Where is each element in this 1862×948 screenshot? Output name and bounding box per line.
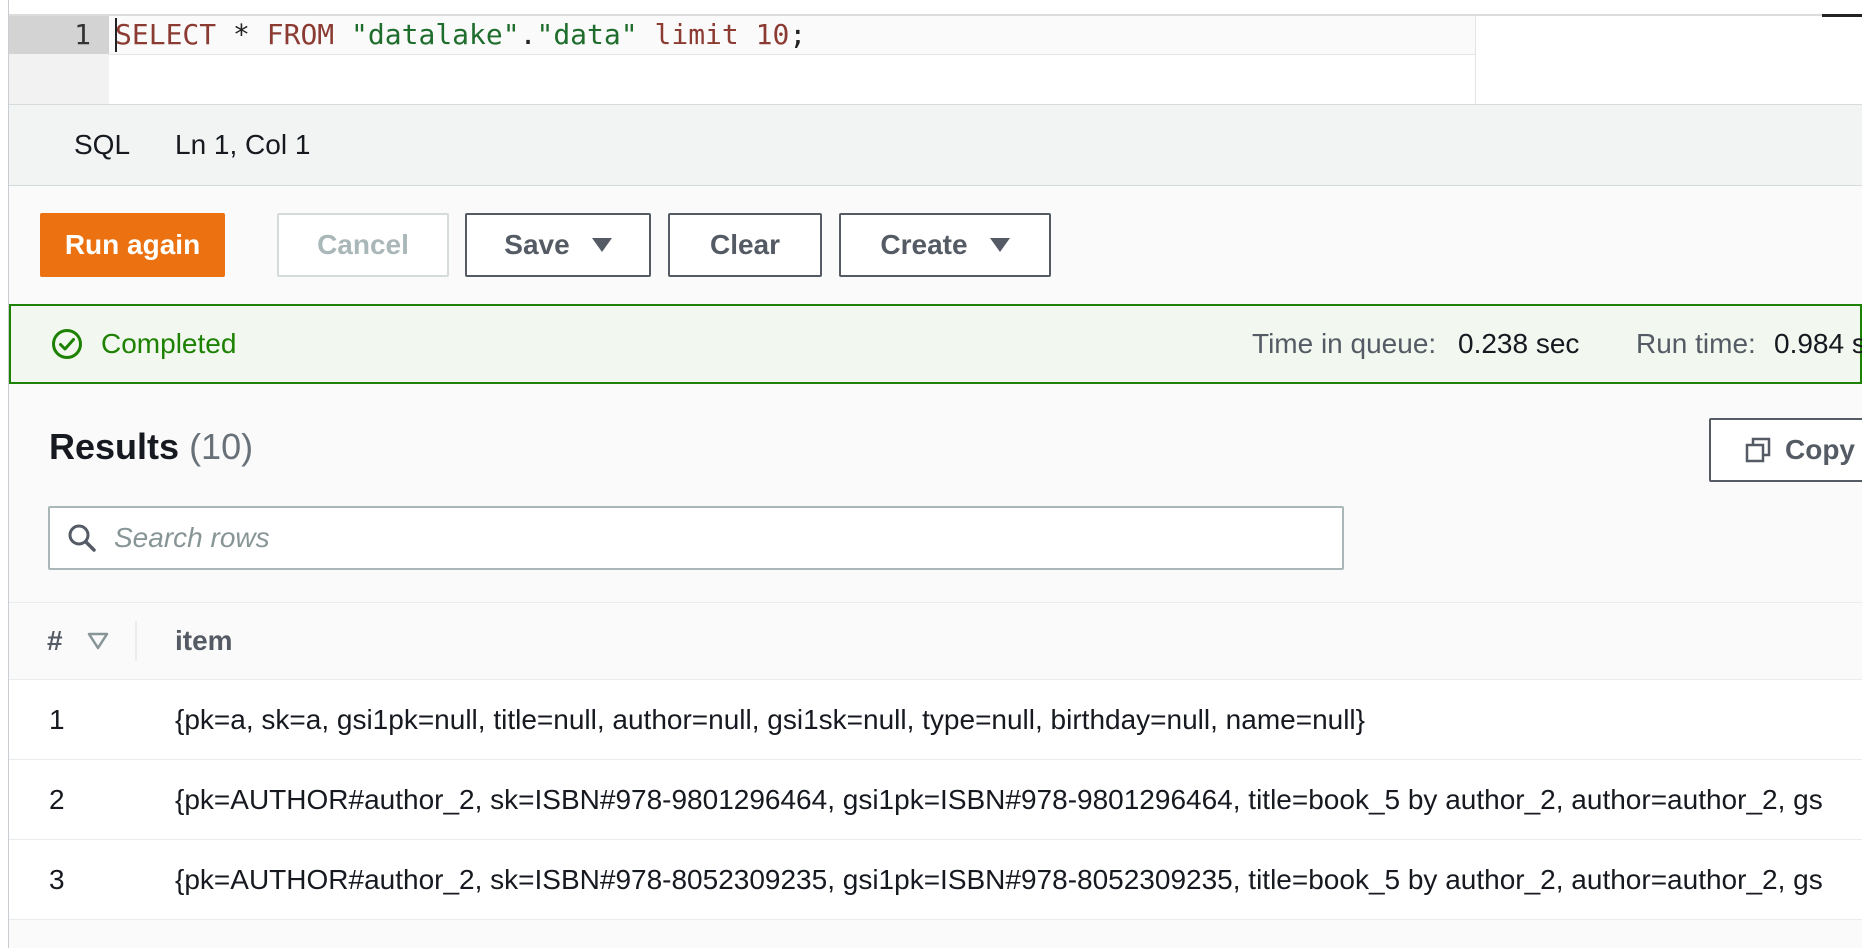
results-count: (10) [189, 426, 254, 467]
editor-status-bar: SQL Ln 1, Col 1 [9, 104, 1862, 186]
search-icon [68, 524, 96, 552]
column-header-item[interactable]: item [175, 603, 233, 679]
cancel-button[interactable]: Cancel [277, 213, 449, 277]
create-button[interactable]: Create [839, 213, 1051, 277]
run-again-button[interactable]: Run again [40, 213, 225, 277]
table-header: # item [9, 602, 1862, 680]
keyword-limit: limit [654, 18, 739, 51]
token-database: "datalake" [351, 18, 520, 51]
run-time-value: 0.984 s [1774, 328, 1862, 359]
left-border [0, 0, 9, 948]
keyword-from: FROM [266, 18, 335, 51]
time-in-queue-value: 0.238 sec [1458, 328, 1580, 359]
row-number: 2 [49, 784, 65, 815]
column-divider[interactable] [135, 621, 137, 661]
sql-editor[interactable]: 1 SELECT * FROM "datalake"."data" limit … [9, 14, 1862, 104]
table-row[interactable]: 1 {pk=a, sk=a, gsi1pk=null, title=null, … [9, 680, 1862, 760]
table-row[interactable]: 3 {pk=AUTHOR#author_2, sk=ISBN#978-80523… [9, 840, 1862, 920]
status-text: Completed [101, 328, 237, 359]
line-number: 1 [74, 18, 91, 51]
cancel-label: Cancel [317, 229, 409, 260]
sort-down-icon[interactable] [87, 631, 109, 651]
results-panel: Results (10) Copy # item 1 {pk=a, sk=a, … [9, 384, 1862, 948]
row-number: 1 [49, 704, 65, 735]
copy-label: Copy [1785, 434, 1855, 465]
caret-down-icon [989, 238, 1010, 252]
row-item-value: {pk=AUTHOR#author_2, sk=ISBN#978-8052309… [175, 864, 1823, 895]
save-button[interactable]: Save [465, 213, 651, 277]
time-in-queue-label: Time in queue: [1252, 328, 1437, 359]
results-title: Results [49, 426, 180, 467]
check-circle-icon [52, 329, 82, 359]
results-table: # item 1 {pk=a, sk=a, gsi1pk=null, title… [9, 602, 1862, 920]
cursor-position: Ln 1, Col 1 [175, 129, 311, 160]
caret-down-icon [591, 238, 612, 252]
token-table: "data" [536, 18, 638, 51]
copy-button[interactable]: Copy [1709, 418, 1862, 482]
token-number: 10 [755, 18, 790, 51]
editor-language: SQL [74, 129, 131, 160]
keyword-select: SELECT [115, 18, 217, 51]
column-header-number[interactable]: # [47, 603, 63, 679]
text-cursor [115, 18, 117, 52]
print-margin [1475, 16, 1476, 104]
editor-edge-mark [1822, 14, 1862, 17]
clear-button[interactable]: Clear [668, 213, 822, 277]
create-label: Create [880, 229, 968, 260]
copy-icon [1745, 437, 1771, 463]
table-row[interactable]: 2 {pk=AUTHOR#author_2, sk=ISBN#978-98012… [9, 760, 1862, 840]
token-star: * [216, 18, 267, 51]
token-dot: . [519, 18, 537, 51]
save-label: Save [504, 229, 570, 260]
row-number: 3 [49, 864, 65, 895]
code-line[interactable]: SELECT * FROM "datalake"."data" limit 10… [115, 16, 1475, 54]
results-heading: Results (10) [49, 426, 253, 468]
row-item-value: {pk=AUTHOR#author_2, sk=ISBN#978-9801296… [175, 784, 1823, 815]
search-rows-input[interactable] [114, 508, 1314, 568]
search-rows-field[interactable] [48, 506, 1344, 570]
clear-label: Clear [709, 229, 781, 260]
query-status-banner: Completed Time in queue: 0.238 sec Run t… [9, 304, 1862, 384]
run-again-label: Run again [64, 229, 201, 260]
query-toolbar: Run again Cancel Save Clear Create [9, 186, 1862, 304]
token-semicolon: ; [789, 18, 807, 51]
run-time-label: Run time: [1636, 328, 1756, 359]
row-item-value: {pk=a, sk=a, gsi1pk=null, title=null, au… [175, 704, 1365, 735]
